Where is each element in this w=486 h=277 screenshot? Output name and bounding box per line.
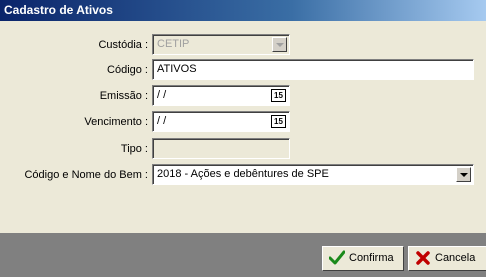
codigo-nome-bem-select[interactable]: 2018 - Ações e debêntures de SPE [152, 164, 474, 185]
confirma-label: Confirma [349, 252, 394, 264]
codigo-nome-bem-value: 2018 - Ações e debêntures de SPE [157, 168, 329, 180]
calendar-icon[interactable]: 15 [271, 89, 286, 102]
button-bar: Confirma Cancela [0, 233, 486, 277]
tipo-label: Tipo : [120, 143, 148, 155]
vencimento-value: / / [157, 115, 167, 127]
emissao-value: / / [157, 89, 167, 101]
cancela-label: Cancela [435, 252, 476, 264]
emissao-date-input[interactable]: / / 15 [152, 85, 290, 106]
confirma-button[interactable]: Confirma [322, 246, 404, 271]
window-title: Cadastro de Ativos [4, 3, 113, 17]
codigo-label: Código : [107, 64, 148, 76]
chevron-down-icon[interactable] [456, 167, 471, 182]
custodia-label: Custódia : [98, 39, 148, 51]
tipo-input[interactable] [152, 138, 290, 159]
custodia-select[interactable]: CETIP [152, 34, 290, 55]
calendar-icon[interactable]: 15 [271, 115, 286, 128]
window-title-bar: Cadastro de Ativos [0, 0, 486, 21]
form-area: Custódia : CETIP Código : ATIVOS Emissão… [0, 21, 486, 233]
emissao-label: Emissão : [99, 90, 148, 102]
close-icon [415, 250, 431, 266]
codigo-nome-bem-label: Código e Nome do Bem : [24, 169, 148, 181]
custodia-value: CETIP [157, 38, 190, 50]
chevron-down-icon[interactable] [272, 37, 287, 52]
cancela-button[interactable]: Cancela [408, 246, 486, 271]
codigo-value: ATIVOS [157, 63, 197, 75]
checkmark-icon [329, 250, 345, 266]
codigo-input[interactable]: ATIVOS [152, 59, 474, 80]
vencimento-date-input[interactable]: / / 15 [152, 111, 290, 132]
vencimento-label: Vencimento : [84, 116, 148, 128]
